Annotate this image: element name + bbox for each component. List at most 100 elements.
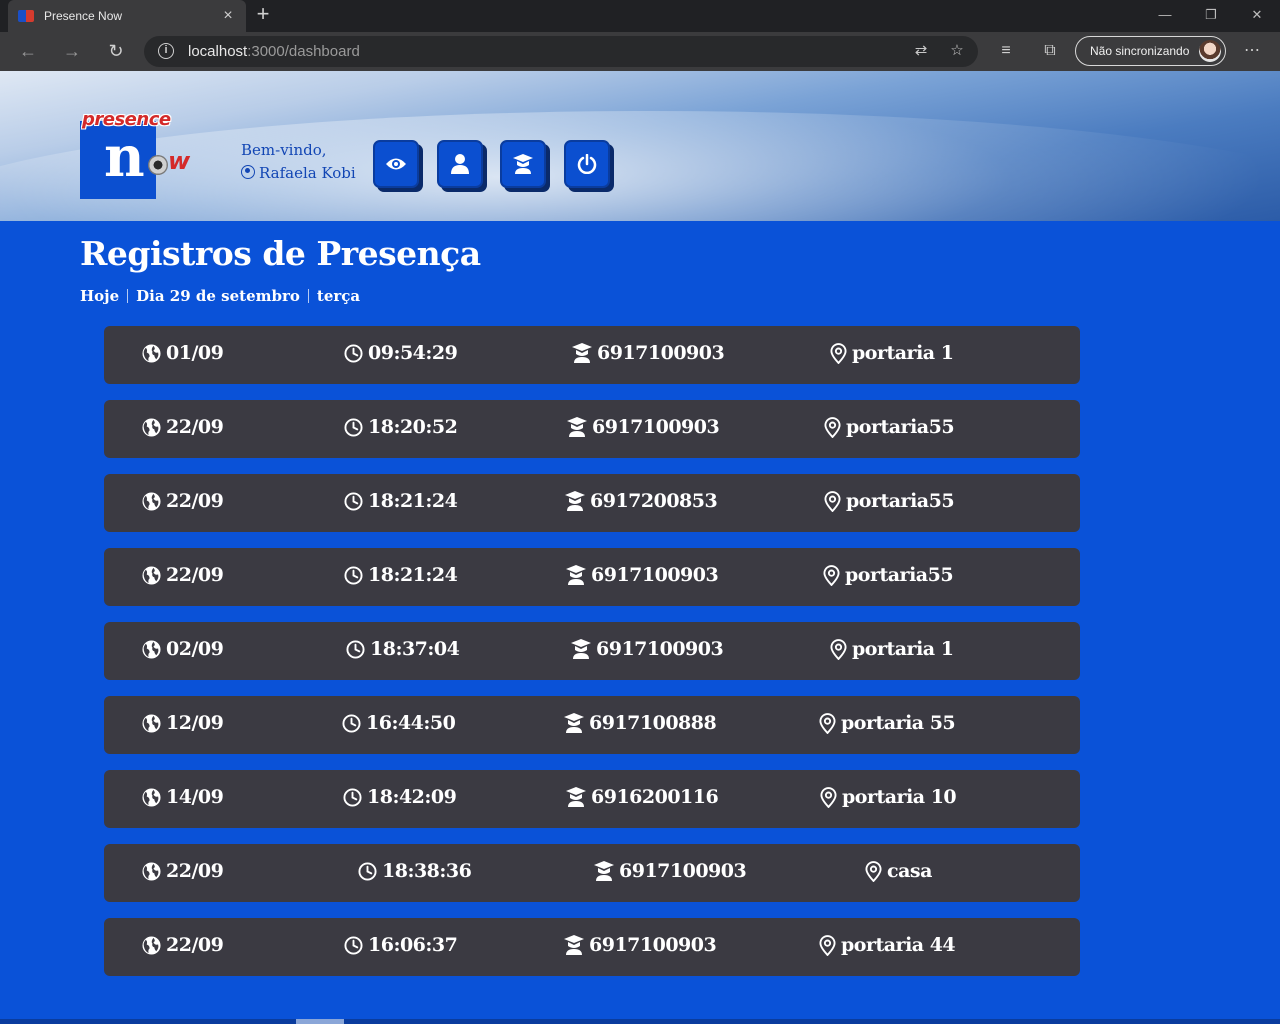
more-menu-icon[interactable]: ⋯ — [1240, 40, 1264, 64]
record-time: 18:42:09 — [343, 786, 457, 808]
new-tab-icon[interactable]: + — [252, 3, 274, 26]
records-list: 01/09 09:54:29 6917100903 portaria 1 22/09 18… — [104, 326, 1080, 992]
webcam-icon — [148, 155, 168, 175]
clock-icon — [346, 639, 365, 659]
user-name: Rafaela Kobi — [241, 164, 356, 182]
view-button[interactable] — [373, 140, 419, 188]
record-student-id: 6917100903 — [566, 564, 719, 586]
forward-icon[interactable]: → — [60, 40, 84, 64]
record-student-id: 6917200853 — [565, 490, 718, 512]
back-icon[interactable]: ← — [16, 40, 40, 64]
record-row: 22/09 18:21:24 6917100903 portaria55 — [104, 548, 1080, 606]
record-row: 14/09 18:42:09 6916200116 portaria 10 — [104, 770, 1080, 828]
record-location: portaria 10 — [820, 786, 957, 808]
record-location: portaria 1 — [830, 638, 954, 660]
welcome-label: Bem-vindo, — [241, 141, 327, 159]
address-bar[interactable]: i localhost:3000/dashboard ⇄ ☆ — [144, 36, 978, 67]
reload-icon[interactable]: ↻ — [104, 40, 128, 64]
welcome-block: Bem-vindo, Rafaela Kobi — [241, 141, 356, 182]
favorite-star-icon[interactable]: ☆ — [946, 41, 968, 63]
record-time: 18:37:04 — [346, 638, 460, 660]
record-time: 09:54:29 — [344, 342, 458, 364]
restore-icon[interactable]: ❐ — [1188, 4, 1234, 28]
graduate-icon — [564, 713, 584, 733]
logout-button[interactable] — [564, 140, 610, 188]
record-date: 02/09 — [142, 638, 224, 660]
browser-titlebar: Presence Now × + — ❐ ✕ — [0, 0, 1280, 32]
bottom-scrollbar[interactable] — [0, 1019, 1280, 1024]
record-row: 22/09 16:06:37 6917100903 portaria 44 — [104, 918, 1080, 976]
window-close-icon[interactable]: ✕ — [1234, 4, 1280, 28]
record-time: 18:21:24 — [344, 564, 458, 586]
record-location: portaria55 — [824, 490, 955, 512]
power-icon — [577, 154, 597, 174]
record-date: 01/09 — [142, 342, 224, 364]
record-row: 01/09 09:54:29 6917100903 portaria 1 — [104, 326, 1080, 384]
clock-icon — [343, 787, 362, 807]
record-date: 22/09 — [142, 490, 224, 512]
favorites-list-icon[interactable]: ≡ — [994, 40, 1018, 64]
globe-icon — [142, 935, 161, 955]
globe-icon — [142, 639, 161, 659]
record-row: 02/09 18:37:04 6917100903 portaria 1 — [104, 622, 1080, 680]
graduate-icon — [566, 565, 586, 585]
map-pin-icon — [819, 712, 836, 734]
clock-icon — [358, 861, 377, 881]
map-pin-icon — [830, 342, 847, 364]
collections-icon[interactable]: ⧉ — [1038, 40, 1062, 64]
graduate-icon — [567, 417, 587, 437]
record-date: 22/09 — [142, 416, 224, 438]
record-date: 22/09 — [142, 934, 224, 956]
record-location: portaria 44 — [819, 934, 956, 956]
record-row: 22/09 18:21:24 6917200853 portaria55 — [104, 474, 1080, 532]
browser-tab[interactable]: Presence Now × — [8, 0, 246, 32]
globe-icon — [142, 713, 161, 733]
record-date: 22/09 — [142, 860, 224, 882]
profile-button[interactable] — [437, 140, 483, 188]
record-date: 14/09 — [142, 786, 224, 808]
record-time: 16:06:37 — [344, 934, 458, 956]
map-pin-icon — [865, 860, 882, 882]
globe-icon — [142, 787, 161, 807]
clock-icon — [344, 343, 363, 363]
breadcrumb-weekday: terça — [316, 287, 361, 305]
record-location: portaria55 — [824, 416, 955, 438]
record-student-id: 6917100903 — [594, 860, 747, 882]
record-time: 18:21:24 — [344, 490, 458, 512]
graduate-icon — [594, 861, 614, 881]
record-student-id: 6917100888 — [564, 712, 717, 734]
browser-toolbar: ← → ↻ i localhost:3000/dashboard ⇄ ☆ ≡ ⧉… — [0, 32, 1280, 71]
translate-icon[interactable]: ⇄ — [910, 41, 932, 63]
clock-icon — [344, 935, 363, 955]
globe-icon — [142, 565, 161, 585]
favicon-icon — [18, 10, 34, 22]
clock-icon — [344, 565, 363, 585]
scrollbar-thumb[interactable] — [296, 1019, 344, 1024]
profile-sync-button[interactable]: Não sincronizando — [1075, 36, 1226, 66]
record-location: portaria55 — [823, 564, 954, 586]
map-pin-icon — [830, 638, 847, 660]
record-student-id: 6917100903 — [564, 934, 717, 956]
presence-now-logo: presence n w — [80, 109, 200, 201]
site-info-icon[interactable]: i — [158, 43, 174, 59]
breadcrumb-divider — [127, 289, 129, 303]
tab-title: Presence Now — [44, 9, 123, 23]
record-student-id: 6917100903 — [567, 416, 720, 438]
graduate-icon — [571, 639, 591, 659]
students-button[interactable] — [500, 140, 546, 188]
globe-icon — [142, 491, 161, 511]
graduate-icon — [566, 787, 586, 807]
url-text[interactable]: localhost:3000/dashboard — [188, 43, 360, 60]
page-header: presence n w Bem-vindo, Rafaela Kobi — [0, 71, 1280, 221]
breadcrumb-today: Hoje — [80, 287, 120, 305]
minimize-icon[interactable]: — — [1142, 4, 1188, 28]
user-circle-icon — [241, 165, 255, 179]
page-title: Registros de Presença — [80, 234, 481, 273]
graduate-icon — [565, 491, 585, 511]
close-tab-icon[interactable]: × — [220, 7, 236, 25]
clock-icon — [342, 713, 361, 733]
user-icon — [451, 154, 469, 174]
graduate-icon — [513, 154, 533, 174]
record-location: portaria 1 — [830, 342, 954, 364]
graduate-icon — [564, 935, 584, 955]
